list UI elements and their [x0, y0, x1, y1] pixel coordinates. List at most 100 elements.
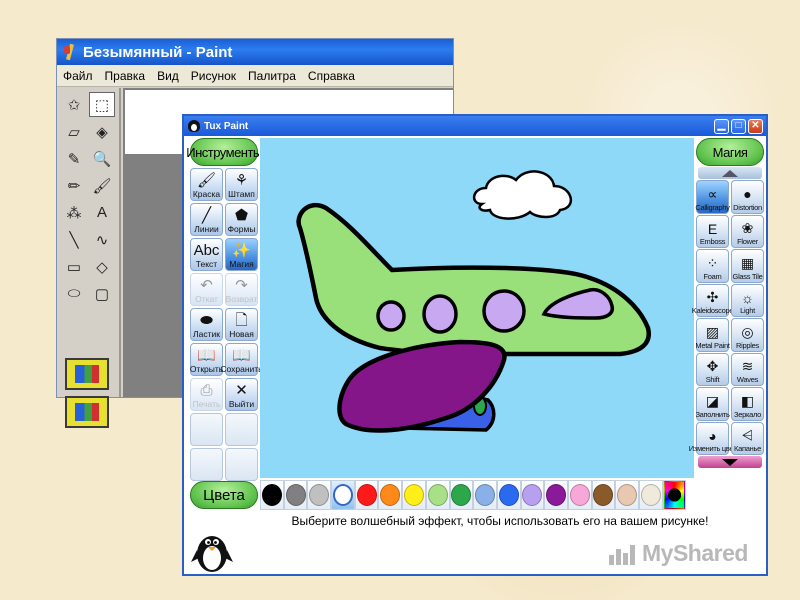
tuxpaint-titlebar[interactable]: Tux Paint ▁ □ ✕: [184, 116, 766, 136]
magic-header: Магия: [696, 138, 764, 166]
tool-paint-icon: 🖌: [196, 172, 217, 189]
minimize-button[interactable]: ▁: [714, 118, 729, 134]
ellipse-icon[interactable]: ⬭: [61, 281, 87, 306]
color-swatch[interactable]: [496, 480, 521, 510]
menu-help[interactable]: Справка: [308, 69, 355, 83]
color-picker-icon[interactable]: ✎: [61, 146, 87, 171]
magic-2-button[interactable]: E Emboss: [696, 214, 729, 248]
tool-redo-button[interactable]: ↷ Возврат: [225, 273, 258, 306]
tuxpaint-title-text: Tux Paint: [204, 120, 249, 132]
tool-eraser-button[interactable]: ⬬ Ластик: [190, 308, 223, 341]
color-swatch[interactable]: [567, 480, 592, 510]
arrow-up-icon: [722, 169, 738, 177]
tool-magic-button[interactable]: ✨ Магия: [225, 238, 258, 271]
close-button[interactable]: ✕: [748, 118, 763, 134]
magic-15-button[interactable]: ⩤ Капанье: [731, 421, 764, 455]
menu-edit[interactable]: Правка: [105, 69, 146, 83]
color-swatch[interactable]: [425, 480, 450, 510]
polygon-icon[interactable]: ◇: [89, 254, 115, 279]
paint-tool-option-a[interactable]: [65, 358, 109, 390]
tool-new-button[interactable]: 🗋 Новая: [225, 308, 258, 341]
magic-8-button[interactable]: ▨ Metal Paint: [695, 318, 730, 352]
line-icon[interactable]: ╲: [61, 227, 87, 252]
color-swatch[interactable]: [402, 480, 426, 510]
magic-7-button[interactable]: ☼ Light: [731, 283, 764, 317]
tool-quit-button[interactable]: ✕ Выйти: [225, 378, 258, 411]
free-select-icon[interactable]: ✩: [61, 92, 87, 117]
magic-7-label: Light: [740, 306, 755, 315]
tool-save-button[interactable]: 📖 Сохранить: [220, 343, 263, 376]
magic-14-button[interactable]: ◕ Изменить цвет: [689, 421, 737, 455]
magic-5-button[interactable]: ▦ Glass Tile: [731, 249, 764, 283]
tool-lines-button[interactable]: ╱ Линии: [190, 203, 223, 236]
magic-11-label: Waves: [736, 375, 759, 384]
magic-0-button[interactable]: ∝ Calligraphy: [695, 180, 730, 214]
curve-icon[interactable]: ∿: [89, 227, 115, 252]
magic-8-icon: ▨: [705, 323, 720, 340]
color-dot: [522, 484, 543, 506]
tool-undo-label: Откат: [195, 294, 218, 304]
tool-stamp-icon: ⚘: [234, 172, 249, 189]
magic-10-button[interactable]: ✥ Shift: [696, 352, 729, 386]
color-swatch[interactable]: [449, 480, 474, 510]
tool-text-label: Текст: [195, 259, 218, 269]
eraser-icon[interactable]: ▱: [61, 119, 87, 144]
magic-11-button[interactable]: ≋ Waves: [731, 352, 764, 386]
rounded-rect-icon[interactable]: ▢: [89, 281, 115, 306]
magic-scroll-down[interactable]: [698, 456, 762, 468]
tool-text-button[interactable]: Abc Текст: [190, 238, 223, 271]
maximize-button[interactable]: □: [731, 118, 746, 134]
color-swatch[interactable]: [260, 480, 284, 510]
magnifier-icon[interactable]: 🔍: [89, 146, 115, 171]
magic-0-icon: ∝: [707, 185, 718, 202]
rect-select-icon[interactable]: ⬚: [89, 92, 115, 117]
magic-13-button[interactable]: ◧ Зеркало: [731, 387, 764, 421]
tool-print-label: Печать: [192, 399, 221, 409]
tool-open-icon: 📖: [197, 347, 216, 364]
color-picker-swatch[interactable]: [662, 480, 687, 510]
magic-scroll-up[interactable]: [698, 167, 762, 179]
color-swatch[interactable]: [331, 480, 355, 510]
menu-file[interactable]: Файл: [63, 69, 93, 83]
brush-icon[interactable]: 🖌: [89, 173, 115, 198]
tool-paint-button[interactable]: 🖌 Краска: [190, 168, 223, 201]
color-swatch[interactable]: [591, 480, 616, 510]
text-icon[interactable]: A: [89, 200, 115, 225]
magic-4-button[interactable]: ⁘ Foam: [696, 249, 729, 283]
tool-open-button[interactable]: 📖 Открыть: [190, 343, 223, 376]
color-swatch[interactable]: [544, 480, 568, 510]
magic-12-button[interactable]: ◪ Заполнить: [695, 387, 730, 421]
paint-tool-option-b[interactable]: [65, 396, 109, 428]
paint-titlebar[interactable]: Безымянный - Paint: [57, 39, 453, 65]
magic-6-button[interactable]: ✣ Kaleidoscope: [692, 283, 734, 317]
color-swatch[interactable]: [639, 480, 663, 510]
paint-divider: [119, 88, 121, 397]
color-swatch[interactable]: [378, 480, 403, 510]
menu-colors[interactable]: Палитра: [248, 69, 296, 83]
cloud: [473, 170, 573, 220]
color-swatch[interactable]: [354, 480, 379, 510]
fill-bucket-icon[interactable]: ◈: [89, 119, 115, 144]
tool-stamp-button[interactable]: ⚘ Штамп: [225, 168, 258, 201]
pencil-icon[interactable]: ✏: [61, 173, 87, 198]
menu-image[interactable]: Рисунок: [191, 69, 236, 83]
color-swatch[interactable]: [615, 480, 639, 510]
magic-1-button[interactable]: ● Distortion: [731, 180, 764, 214]
color-swatch[interactable]: [473, 480, 497, 510]
magic-3-button[interactable]: ❀ Flower: [731, 214, 764, 248]
drawing-canvas[interactable]: [260, 138, 694, 478]
tool-shapes-button[interactable]: ⬟ Формы: [225, 203, 258, 236]
tool-print-button[interactable]: ⎙ Печать: [190, 378, 223, 411]
rectangle-icon[interactable]: ▭: [61, 254, 87, 279]
color-swatch[interactable]: [520, 480, 545, 510]
paint-toolbox: ✩ ⬚ ▱ ◈ ✎ 🔍 ✏ 🖌 ⁂ A ╲ ∿ ▭ ◇ ⬭ ▢: [61, 92, 115, 306]
menu-view[interactable]: Вид: [157, 69, 179, 83]
color-swatch[interactable]: [283, 480, 308, 510]
magic-9-button[interactable]: ◎ Ripples: [731, 318, 764, 352]
tool-undo-button[interactable]: ↶ Откат: [190, 273, 223, 306]
color-dot: [546, 484, 567, 506]
color-swatch[interactable]: [307, 480, 332, 510]
tool-eraser-label: Ластик: [193, 329, 220, 339]
watermark: MyShared: [608, 540, 748, 567]
airbrush-icon[interactable]: ⁂: [61, 200, 87, 225]
